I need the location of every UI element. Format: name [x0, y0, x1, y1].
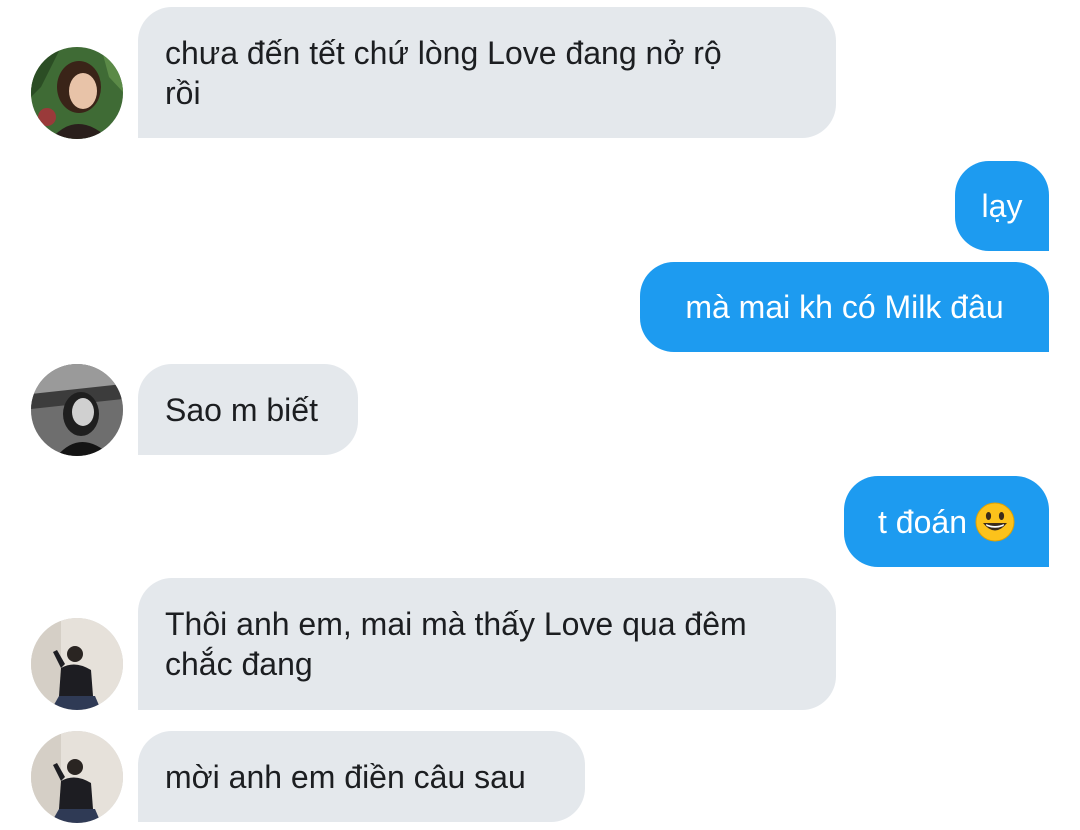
sender-avatar[interactable] [31, 731, 123, 823]
message-text-line: chắc đang [165, 646, 313, 682]
message-text: mời anh em điền câu sau [165, 758, 526, 795]
message-bubble-outgoing[interactable]: t đoán [844, 476, 1049, 567]
message-bubble-outgoing[interactable]: mà mai kh có Milk đâu [640, 262, 1049, 352]
message-bubble-incoming[interactable]: mời anh em điền câu sau [138, 731, 585, 822]
message-text-line: rồi [165, 74, 201, 111]
sender-avatar[interactable] [31, 364, 123, 456]
sender-avatar[interactable] [31, 47, 123, 139]
message-text: lạy [981, 188, 1023, 224]
message-content: t đoán [878, 502, 1015, 542]
avatar-woman-plants-icon [31, 47, 123, 139]
smiling-face-icon [975, 502, 1015, 541]
message-text: t đoán [878, 503, 967, 540]
chat-screen: { "messages": [ {"side": "in", "sender_a… [0, 0, 1080, 830]
avatar-man-seated-icon [31, 731, 123, 823]
avatar-man-seated-icon [31, 618, 123, 710]
message-bubble-incoming[interactable]: Thôi anh em, mai mà thấy Love qua đêm ch… [138, 578, 836, 710]
message-text: Sao m biết [165, 391, 318, 428]
message-text-line: Thôi anh em, mai mà thấy Love qua đêm [165, 606, 747, 642]
message-bubble-incoming[interactable]: chưa đến tết chứ lòng Love đang nở rộ rồ… [138, 7, 836, 138]
sender-avatar[interactable] [31, 618, 123, 710]
message-text-line: chưa đến tết chứ lòng Love đang nở rộ [165, 34, 722, 71]
message-bubble-incoming[interactable]: Sao m biết [138, 364, 358, 455]
avatar-woman-bw-icon [31, 364, 123, 456]
message-bubble-outgoing[interactable]: lạy [955, 161, 1049, 251]
message-text: mà mai kh có Milk đâu [685, 289, 1004, 325]
